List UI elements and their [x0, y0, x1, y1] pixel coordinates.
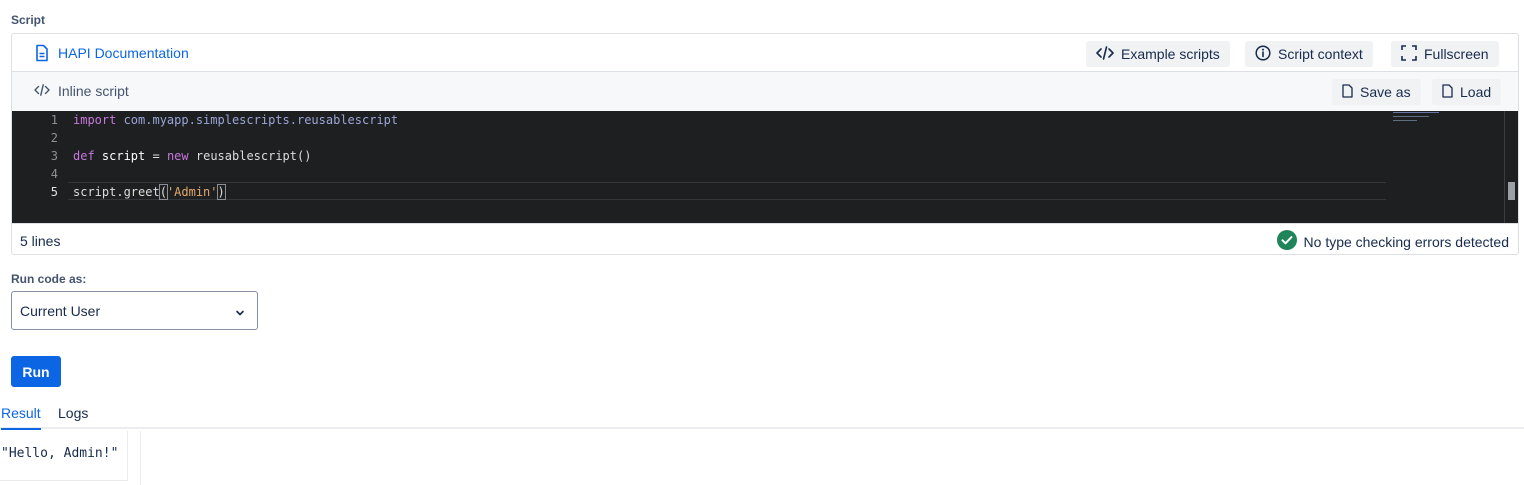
file-icon: [1342, 83, 1353, 101]
line-number-active: 5: [50, 185, 58, 199]
type-check-label: No type checking errors detected: [1303, 233, 1509, 250]
current-line-highlight: [68, 182, 1386, 200]
run-as-label: Run code as:: [11, 272, 87, 286]
tab-result[interactable]: Result: [1, 405, 41, 430]
inline-script-tab: Inline script: [34, 83, 129, 99]
string-literal: 'Admin': [166, 185, 218, 199]
code-icon: [34, 83, 50, 99]
fullscreen-label: Fullscreen: [1424, 46, 1489, 62]
script-context-button[interactable]: Script context: [1245, 41, 1373, 67]
code-editor[interactable]: 1 2 3 4 5 import com.myapp.simplescripts…: [12, 111, 1518, 223]
constructor-call: reusablescript(): [188, 149, 312, 163]
package-name: com.myapp.simplescripts.reusablescript: [116, 113, 399, 127]
run-button[interactable]: Run: [11, 356, 61, 387]
result-divider: [140, 431, 141, 485]
save-as-button[interactable]: Save as: [1332, 79, 1421, 105]
keyword: def: [73, 149, 95, 163]
result-output-panel: "Hello, Admin!": [0, 431, 128, 481]
file-icon: [1442, 83, 1453, 101]
code-icon: [1096, 45, 1114, 63]
result-output: "Hello, Admin!": [1, 446, 119, 461]
example-scripts-button[interactable]: Example scripts: [1086, 41, 1230, 67]
hapi-documentation-label: HAPI Documentation: [58, 45, 189, 61]
fullscreen-button[interactable]: Fullscreen: [1391, 41, 1499, 67]
code-line-1: import com.myapp.simplescripts.reusables…: [73, 113, 398, 127]
editor-toolbar: HAPI Documentation Example scripts Scrip…: [12, 34, 1518, 72]
check-circle-icon: [1276, 230, 1297, 253]
line-number-gutter: 1 2 3 4 5: [12, 111, 60, 223]
line-number: 3: [50, 149, 58, 163]
editor-scrollbar[interactable]: [1504, 111, 1518, 223]
info-icon: [1255, 44, 1271, 64]
line-number: 4: [50, 167, 58, 181]
keyword: import: [73, 113, 117, 127]
fullscreen-icon: [1401, 44, 1417, 64]
code-line-5: script.greet('Admin'): [73, 184, 226, 200]
operator: =: [145, 149, 167, 163]
run-as-select[interactable]: Current User: [11, 291, 258, 330]
run-as-selected-value: Current User: [20, 302, 101, 319]
code-minimap[interactable]: [1393, 111, 1505, 131]
output-tabs: Result Logs: [0, 400, 1524, 430]
script-context-label: Script context: [1278, 46, 1363, 62]
keyword: new: [166, 149, 189, 163]
type-check-status: No type checking errors detected: [1276, 230, 1509, 253]
example-scripts-label: Example scripts: [1121, 46, 1220, 62]
bracket: (: [158, 184, 168, 200]
save-as-label: Save as: [1360, 84, 1411, 100]
editor-status-bar: 5 lines No type checking errors detected: [12, 223, 1518, 254]
line-number: 1: [50, 113, 58, 127]
scrollbar-thumb[interactable]: [1508, 182, 1515, 200]
code-line-3: def script = new reusablescript(): [73, 149, 311, 163]
document-icon: [34, 44, 50, 62]
load-button[interactable]: Load: [1432, 79, 1502, 105]
script-section-label: Script: [11, 13, 46, 27]
editor-subtoolbar: Inline script Save as Load: [12, 72, 1518, 111]
line-number: 2: [50, 131, 58, 145]
chevron-down-icon: [235, 305, 245, 321]
method-call: script.greet: [73, 185, 160, 199]
load-label: Load: [1460, 84, 1492, 100]
line-count: 5 lines: [20, 233, 61, 249]
hapi-documentation-link[interactable]: HAPI Documentation: [34, 44, 189, 62]
bracket: ): [216, 184, 226, 200]
script-editor-panel: HAPI Documentation Example scripts Scrip…: [11, 33, 1519, 255]
tab-logs[interactable]: Logs: [58, 405, 88, 421]
inline-script-label: Inline script: [58, 83, 129, 99]
identifier: script: [94, 149, 146, 163]
